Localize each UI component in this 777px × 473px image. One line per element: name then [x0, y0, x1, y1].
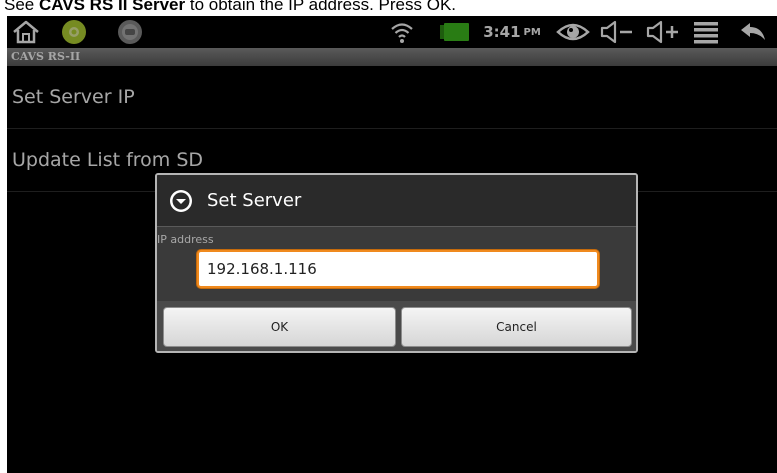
set-server-dialog: Set Server IP address 192.168.1.116 OK C… [155, 173, 638, 353]
device-screen: 3:41 PM CAVS RS-II Set Server IP Update … [7, 16, 777, 473]
instruction-caption: See CAVS RS II Server to obtain the IP a… [4, 0, 456, 16]
page-root: See CAVS RS II Server to obtain the IP a… [0, 0, 777, 473]
ip-address-input[interactable]: 192.168.1.116 [197, 250, 599, 288]
ok-button[interactable]: OK [163, 307, 396, 347]
dialog-title: Set Server [207, 190, 302, 211]
caption-bold: CAVS RS II Server [38, 0, 186, 14]
dialog-chevron-down-icon [169, 189, 193, 213]
dialog-button-bar: OK Cancel [157, 301, 636, 351]
caption-prefix: See [4, 0, 39, 14]
dialog-header: Set Server [157, 175, 636, 227]
caption-suffix: to obtain the IP address. Press OK. [185, 0, 457, 14]
cancel-button[interactable]: Cancel [401, 307, 632, 347]
ip-address-label: IP address [157, 233, 214, 246]
